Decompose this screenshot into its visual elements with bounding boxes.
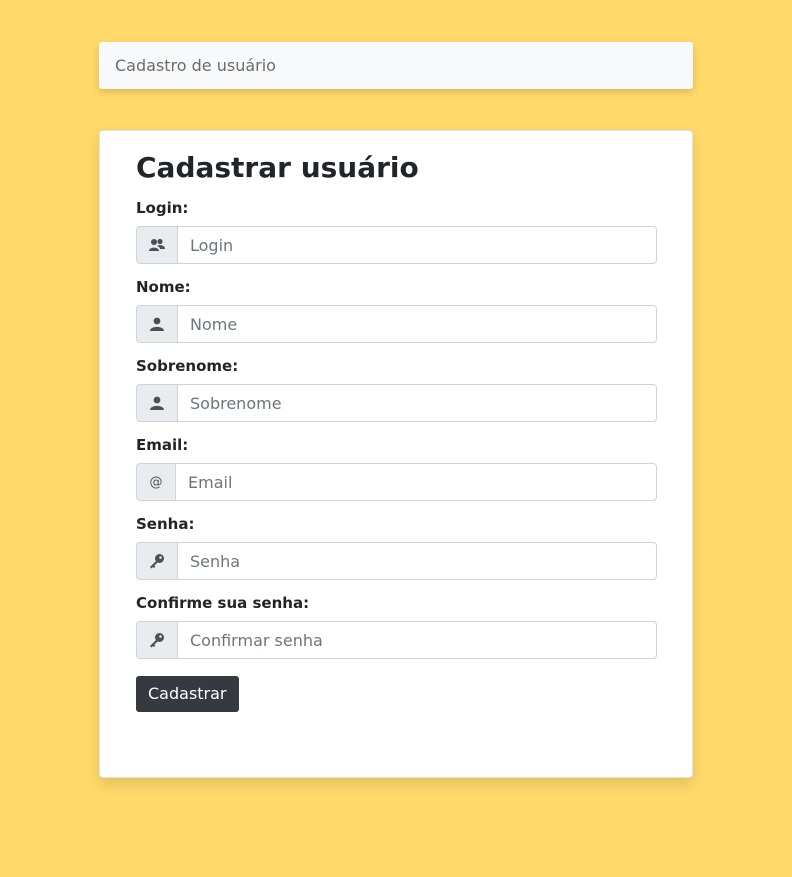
login-input-group — [136, 226, 657, 264]
senha-group: Senha: — [136, 515, 657, 580]
confirmar-senha-input[interactable] — [177, 621, 657, 659]
confirmar-group: Confirme sua senha: — [136, 594, 657, 659]
login-group: Login: — [136, 199, 657, 264]
cadastrar-button[interactable]: Cadastrar — [136, 676, 239, 712]
confirmar-input-group — [136, 621, 657, 659]
navbar: Cadastro de usuário — [99, 42, 693, 89]
nome-label: Nome: — [136, 278, 191, 296]
nome-input-group — [136, 305, 657, 343]
login-input[interactable] — [177, 226, 657, 264]
sobrenome-input-group — [136, 384, 657, 422]
nome-group: Nome: — [136, 278, 657, 343]
email-group: Email: @ — [136, 436, 657, 501]
senha-label: Senha: — [136, 515, 195, 533]
confirmar-label: Confirme sua senha: — [136, 594, 310, 612]
login-label: Login: — [136, 199, 189, 217]
email-label: Email: — [136, 436, 189, 454]
user-icon — [136, 384, 177, 422]
users-icon — [136, 226, 177, 264]
user-icon — [136, 305, 177, 343]
sobrenome-label: Sobrenome: — [136, 357, 239, 375]
sobrenome-group: Sobrenome: — [136, 357, 657, 422]
registration-card: Cadastrar usuário Login: Nome: — [99, 130, 693, 778]
form-title: Cadastrar usuário — [136, 151, 419, 184]
at-icon: @ — [136, 463, 175, 501]
senha-input[interactable] — [177, 542, 657, 580]
senha-input-group — [136, 542, 657, 580]
sobrenome-input[interactable] — [177, 384, 657, 422]
email-input-group: @ — [136, 463, 657, 501]
nome-input[interactable] — [177, 305, 657, 343]
key-icon — [136, 621, 177, 659]
email-input[interactable] — [175, 463, 657, 501]
navbar-brand[interactable]: Cadastro de usuário — [115, 56, 276, 75]
key-icon — [136, 542, 177, 580]
